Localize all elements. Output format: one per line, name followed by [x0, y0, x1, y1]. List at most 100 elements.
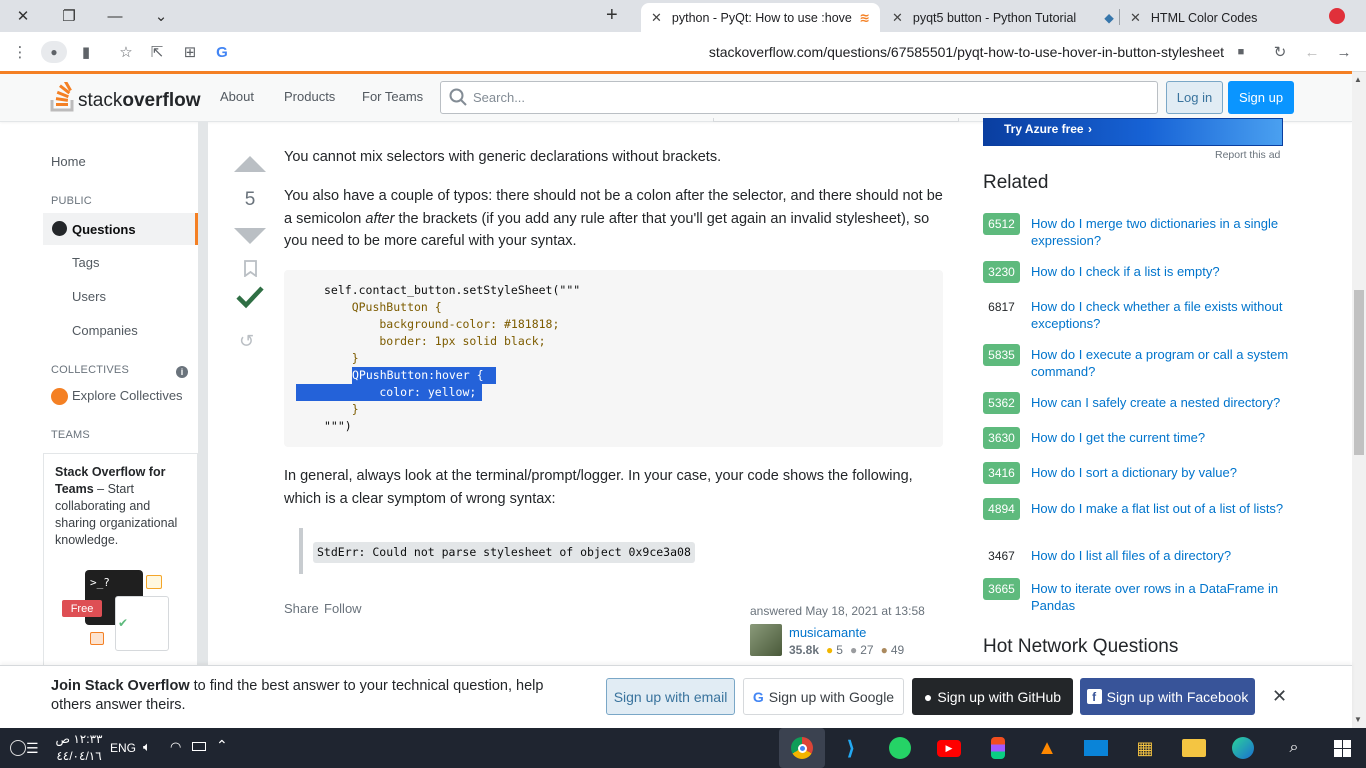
vlc-app-icon[interactable]: ▲ [1031, 732, 1063, 764]
signup-facebook-button[interactable]: f Sign up with Facebook [1080, 678, 1255, 715]
signup-github-button[interactable]: ● Sign up with GitHub [912, 678, 1073, 715]
volume-icon[interactable]: 🔈︎ [143, 739, 151, 755]
vscode-app-icon[interactable]: ⟩ [835, 732, 867, 764]
wifi-icon[interactable]: ◠ [170, 739, 181, 755]
figma-app-icon[interactable] [982, 732, 1014, 764]
close-tab-icon[interactable]: ✕ [1130, 10, 1141, 26]
opera-icon[interactable] [1329, 8, 1345, 24]
related-score-badge: 3416 [983, 462, 1020, 484]
taskbar-time[interactable]: ١٢:٣٣ ص [55, 732, 103, 746]
windows-start-icon[interactable] [1326, 732, 1358, 764]
file-explorer-app-icon[interactable] [1178, 732, 1210, 764]
minimize-window-icon[interactable]: — [92, 0, 138, 32]
translate-icon[interactable]: ⊞ [180, 42, 200, 62]
mail-app-icon[interactable] [1080, 732, 1112, 764]
sidebar-section-collectives: COLLECTIVES [51, 364, 130, 376]
left-sidebar-border [198, 122, 208, 665]
store-app-icon[interactable]: ▦ [1129, 732, 1161, 764]
close-banner-icon[interactable]: ✕ [1272, 686, 1287, 707]
new-tab-icon[interactable]: + [606, 4, 618, 27]
edge-app-icon[interactable] [1227, 732, 1259, 764]
action-center-icon[interactable]: ☰ [26, 740, 39, 757]
comment-box-edge [713, 118, 959, 122]
related-link[interactable]: How do I merge two dictionaries in a sin… [1031, 215, 1291, 249]
python-favicon-icon: ◆ [1104, 11, 1114, 25]
taskbar-language[interactable]: ENG [110, 741, 136, 755]
sidebar-section-public: PUBLIC [51, 195, 92, 207]
related-link[interactable]: How do I list all files of a directory? [1031, 547, 1291, 564]
reload-icon[interactable]: ↻ [1270, 42, 1290, 62]
vote-count: 5 [244, 189, 256, 210]
teams-promo-text: Stack Overflow for Teams – Start collabo… [55, 465, 178, 547]
restore-window-icon[interactable]: ❐ [46, 0, 92, 32]
info-icon[interactable]: i [176, 366, 188, 378]
related-score-badge: 6817 [988, 300, 1015, 314]
related-link[interactable]: How do I check if a list is empty? [1031, 263, 1291, 280]
sidebar-item-home[interactable]: Home [51, 154, 86, 169]
nav-for-teams[interactable]: For Teams [362, 89, 423, 104]
stackoverflow-logo[interactable]: stack overflow [50, 82, 200, 112]
scroll-up-icon[interactable]: ▲ [1354, 75, 1362, 84]
tab-pyqt5-button[interactable]: ✕ pyqt5 button - Python Tutorial ◆ [882, 3, 1118, 32]
taskbar-date[interactable]: ٤٤/٠٤/١٦ [55, 749, 103, 763]
report-ad-link[interactable]: Report this ad [1215, 149, 1280, 161]
profile-icon[interactable]: ● [41, 41, 67, 63]
related-link[interactable]: How can I safely create a nested directo… [1031, 394, 1291, 411]
related-link[interactable]: How to iterate over rows in a DataFrame … [1031, 580, 1291, 614]
avatar[interactable] [750, 624, 782, 656]
show-hidden-icons-icon[interactable]: ⌃ [216, 737, 228, 754]
user-name-link[interactable]: musicamante [789, 625, 866, 640]
back-icon[interactable]: → [1334, 42, 1354, 62]
lock-icon[interactable]: ■ [1231, 42, 1251, 62]
notification-icon[interactable] [10, 740, 26, 756]
battery-icon[interactable] [192, 742, 206, 751]
share-link[interactable]: Share [284, 601, 319, 616]
google-icon[interactable]: G [212, 42, 232, 62]
taskbar-search-icon[interactable]: ⌕ [1278, 732, 1310, 764]
sidebar-icon[interactable]: ▮ [76, 42, 96, 62]
upvote-icon[interactable] [234, 156, 266, 172]
share-icon[interactable]: ⇱ [147, 42, 167, 62]
related-link[interactable]: How do I sort a dictionary by value? [1031, 464, 1291, 481]
related-link[interactable]: How do I make a flat list out of a list … [1031, 500, 1291, 517]
tab-pyqt-hover[interactable]: ✕ python - PyQt: How to use :hove ≋ [641, 3, 880, 32]
close-window-icon[interactable]: ✕ [0, 0, 46, 32]
login-button[interactable]: Log in [1166, 81, 1223, 114]
scroll-thumb[interactable] [1354, 290, 1364, 455]
sidebar-item-users[interactable]: Users [72, 289, 106, 304]
nav-products[interactable]: Products [284, 89, 335, 104]
sidebar-item-explore-collectives[interactable]: Explore Collectives [72, 388, 183, 403]
downvote-icon[interactable] [234, 228, 266, 244]
signup-google-button[interactable]: G Sign up with Google [743, 678, 904, 715]
related-link[interactable]: How do I check whether a file exists wit… [1031, 298, 1291, 332]
signup-button[interactable]: Sign up [1228, 81, 1294, 114]
ad-text[interactable]: Try Azure free [1004, 122, 1084, 136]
signup-email-button[interactable]: Sign up with email [606, 678, 735, 715]
sidebar-item-companies[interactable]: Companies [72, 323, 138, 338]
hot-network-heading: Hot Network Questions [983, 636, 1179, 657]
answered-timestamp[interactable]: answered May 18, 2021 at 13:58 [750, 604, 925, 618]
code-line: """) [324, 419, 352, 433]
chrome-app-icon[interactable] [779, 728, 825, 768]
tab-html-color-codes[interactable]: ✕ HTML Color Codes [1120, 3, 1320, 32]
close-tab-icon[interactable]: ✕ [651, 10, 662, 26]
youtube-app-icon[interactable]: ▶ [933, 732, 965, 764]
history-icon[interactable]: ↺ [239, 331, 254, 352]
sidebar-item-tags[interactable]: Tags [72, 255, 99, 270]
related-link[interactable]: How do I get the current time? [1031, 429, 1291, 446]
close-tab-icon[interactable]: ✕ [892, 10, 903, 26]
tab-search-chevron-icon[interactable]: ⌄ [138, 0, 184, 32]
selected-code-line: color: yellow; [296, 384, 482, 401]
menu-dots-icon[interactable]: ⋮ [10, 42, 30, 62]
related-score-badge: 5362 [983, 392, 1020, 414]
related-link[interactable]: How do I execute a program or call a sys… [1031, 346, 1291, 380]
url-text[interactable]: stackoverflow.com/questions/67585501/pyq… [709, 44, 1224, 60]
scroll-down-icon[interactable]: ▼ [1354, 715, 1362, 724]
nav-about[interactable]: About [220, 89, 254, 104]
follow-link[interactable]: Follow [324, 601, 362, 616]
whatsapp-app-icon[interactable] [884, 732, 916, 764]
bookmark-star-icon[interactable]: ☆ [116, 42, 136, 62]
search-input[interactable]: Search... [440, 81, 1158, 114]
code-line: } [324, 402, 359, 416]
bookmark-icon[interactable] [244, 260, 257, 280]
